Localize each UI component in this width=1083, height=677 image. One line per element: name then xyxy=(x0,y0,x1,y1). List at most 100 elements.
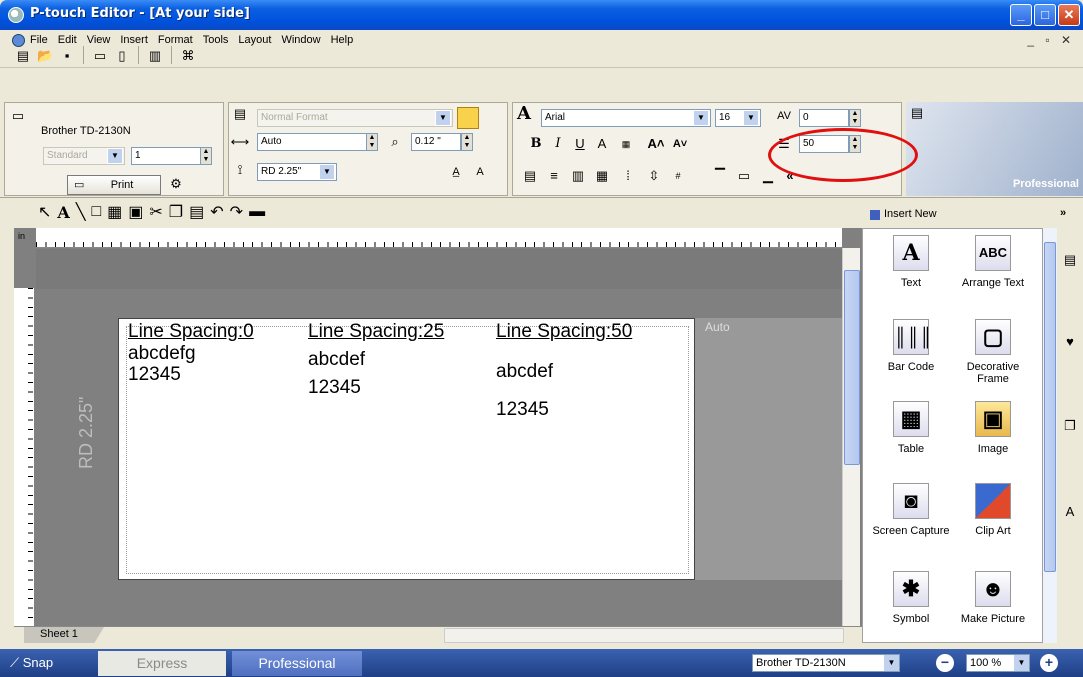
align-center-icon[interactable]: ≡ xyxy=(543,165,565,187)
paste-icon[interactable]: ▤ xyxy=(189,202,204,222)
open-folder-icon[interactable]: 📂 xyxy=(36,46,54,64)
zoom-in-icon[interactable]: + xyxy=(1040,654,1058,672)
undo-icon[interactable]: ↶ xyxy=(210,202,223,222)
insert-table[interactable]: ▦ Table xyxy=(871,401,951,455)
column-2-heading[interactable]: Line Spacing:50 xyxy=(496,321,632,343)
top-align-icon[interactable]: ▔ xyxy=(709,165,731,187)
column-2-line2[interactable]: 12345 xyxy=(496,399,549,421)
vertical-scrollbar[interactable] xyxy=(842,248,860,626)
print-icon[interactable]: ▭ xyxy=(91,46,109,64)
middle-align-icon[interactable]: ▭ xyxy=(733,165,755,187)
redo-icon[interactable]: ↷ xyxy=(230,202,243,222)
layout-tab-icon[interactable]: ❐ xyxy=(1062,418,1078,434)
column-1-line2[interactable]: 12345 xyxy=(308,377,361,399)
text-tab-icon[interactable]: A xyxy=(1062,504,1078,520)
vertical-align-icon[interactable]: ⁞ xyxy=(617,165,639,187)
mdi-controls[interactable]: _ ▫ ✕ xyxy=(1027,33,1075,47)
snap-toggle[interactable]: ⟋ Snap xyxy=(10,655,53,671)
menu-help[interactable]: Help xyxy=(331,34,354,46)
copy-icon[interactable]: ❐ xyxy=(169,202,183,222)
text-tool-icon[interactable]: A xyxy=(57,203,69,222)
copies-stepper[interactable]: ▲ ▼ xyxy=(200,147,212,165)
chevron-down-icon[interactable]: ▼ xyxy=(884,655,899,671)
shape-tool-icon[interactable]: □ xyxy=(91,203,101,221)
save-icon[interactable]: ▪ xyxy=(58,46,76,64)
insert-tab-icon[interactable]: ▤ xyxy=(1062,252,1078,268)
insert-image[interactable]: ▣ Image xyxy=(953,401,1033,455)
chevron-down-icon[interactable]: ▼ xyxy=(743,110,759,126)
length-field[interactable]: Auto xyxy=(257,133,367,151)
insert-screen-capture[interactable]: ◙ Screen Capture xyxy=(871,483,951,537)
menu-tools[interactable]: Tools xyxy=(203,34,229,46)
insert-bar-code[interactable]: ║║║ Bar Code xyxy=(871,319,951,373)
favorites-tab-icon[interactable]: ♥ xyxy=(1062,334,1078,350)
font-select[interactable]: Arial xyxy=(541,109,711,127)
print-preview-icon[interactable]: ▯ xyxy=(113,46,131,64)
maximize-button[interactable]: □ xyxy=(1034,4,1056,26)
menu-view[interactable]: View xyxy=(87,34,111,46)
column-1-line1[interactable]: abcdef xyxy=(308,349,365,371)
menu-format[interactable]: Format xyxy=(158,34,193,46)
format-select[interactable]: Normal Format xyxy=(257,109,453,127)
copies-field[interactable]: 1 xyxy=(131,147,201,165)
column-0-line2[interactable]: 12345 xyxy=(128,364,181,386)
scroll-thumb[interactable] xyxy=(1044,242,1056,572)
select-arrow-icon[interactable]: ↖ xyxy=(38,202,51,222)
group-icon[interactable]: ▬ xyxy=(249,203,265,221)
wizard-icon[interactable]: ▤ xyxy=(14,46,32,64)
menu-layout[interactable]: Layout xyxy=(238,34,271,46)
printer-select[interactable]: Brother TD-2130N ▼ xyxy=(752,654,900,672)
professional-mode-tab[interactable]: Professional xyxy=(232,651,362,676)
express-mode-tab[interactable]: Express xyxy=(98,651,226,676)
length-stepper[interactable]: ▲ ▼ xyxy=(366,133,378,151)
label-background-icon[interactable] xyxy=(457,107,479,129)
insert-make-picture[interactable]: ☻ Make Picture xyxy=(953,571,1033,625)
layout-canvas[interactable]: RD 2.25" Line Spacing:0 abcdefg 12345 Li… xyxy=(36,249,842,621)
italic-icon[interactable]: I xyxy=(547,133,569,155)
printer-settings-icon[interactable]: ⚙ xyxy=(165,173,187,195)
chevron-down-icon[interactable]: ▼ xyxy=(435,110,451,126)
underline-icon[interactable]: U xyxy=(569,133,591,155)
layout-tool-icon[interactable]: ▣ xyxy=(128,202,143,222)
cut-icon[interactable]: ✂ xyxy=(149,202,162,222)
zoom-select[interactable]: 100 % ▼ xyxy=(966,654,1030,672)
margin-field[interactable]: 0.12 " xyxy=(411,133,461,151)
text-effect-icon[interactable]: ▦ xyxy=(615,133,637,155)
print-button[interactable]: ▭ Print xyxy=(67,175,161,195)
bold-icon[interactable]: B xyxy=(525,133,547,155)
table-tool-icon[interactable]: ▦ xyxy=(107,202,122,222)
insert-text[interactable]: A Text xyxy=(871,235,951,289)
justify-icon[interactable]: ▦ xyxy=(591,165,613,187)
insert-panel-scrollbar[interactable] xyxy=(1043,228,1057,643)
app-icon[interactable] xyxy=(8,7,24,23)
shrink-font-icon[interactable]: A˅ xyxy=(669,133,691,155)
number-format-icon[interactable]: # xyxy=(667,165,689,187)
insert-clip-art[interactable]: Clip Art xyxy=(953,483,1033,537)
line-tool-icon[interactable]: ╲ xyxy=(76,202,86,222)
char-spacing-field[interactable]: 0 xyxy=(799,109,849,127)
scroll-thumb[interactable] xyxy=(844,270,860,465)
menu-file[interactable]: File xyxy=(30,34,48,46)
column-0-heading[interactable]: Line Spacing:0 xyxy=(128,321,254,343)
char-spacing-stepper[interactable]: ▲ ▼ xyxy=(849,109,861,127)
chevron-down-icon[interactable]: ▼ xyxy=(107,148,123,164)
horizontal-scrollbar[interactable] xyxy=(444,628,844,643)
margin-stepper[interactable]: ▲ ▼ xyxy=(461,133,473,151)
chevron-down-icon[interactable]: ▼ xyxy=(693,110,709,126)
column-2-line1[interactable]: abcdef xyxy=(496,361,553,383)
orientation-landscape-icon[interactable]: A̲ xyxy=(445,161,467,183)
insert-arrange-text[interactable]: ABC Arrange Text xyxy=(953,235,1033,289)
close-button[interactable]: ✕ xyxy=(1058,4,1080,26)
column-0-line1[interactable]: abcdefg xyxy=(128,343,196,365)
orientation-portrait-icon[interactable]: A xyxy=(469,161,491,183)
sheet-tab[interactable]: Sheet 1 xyxy=(24,627,104,643)
align-right-icon[interactable]: ▥ xyxy=(567,165,589,187)
menu-insert[interactable]: Insert xyxy=(120,34,148,46)
zoom-out-icon[interactable]: − xyxy=(936,654,954,672)
label-surface[interactable]: Line Spacing:0 abcdefg 12345 Line Spacin… xyxy=(118,318,695,580)
properties-icon[interactable]: ▤ xyxy=(906,102,928,124)
bottom-align-icon[interactable]: ▁ xyxy=(757,165,779,187)
expand-panel-icon[interactable]: » xyxy=(1060,207,1066,219)
help-icon[interactable]: ⌘ xyxy=(179,46,197,64)
insert-decorative-frame[interactable]: ▢ Decorative Frame xyxy=(953,319,1033,385)
